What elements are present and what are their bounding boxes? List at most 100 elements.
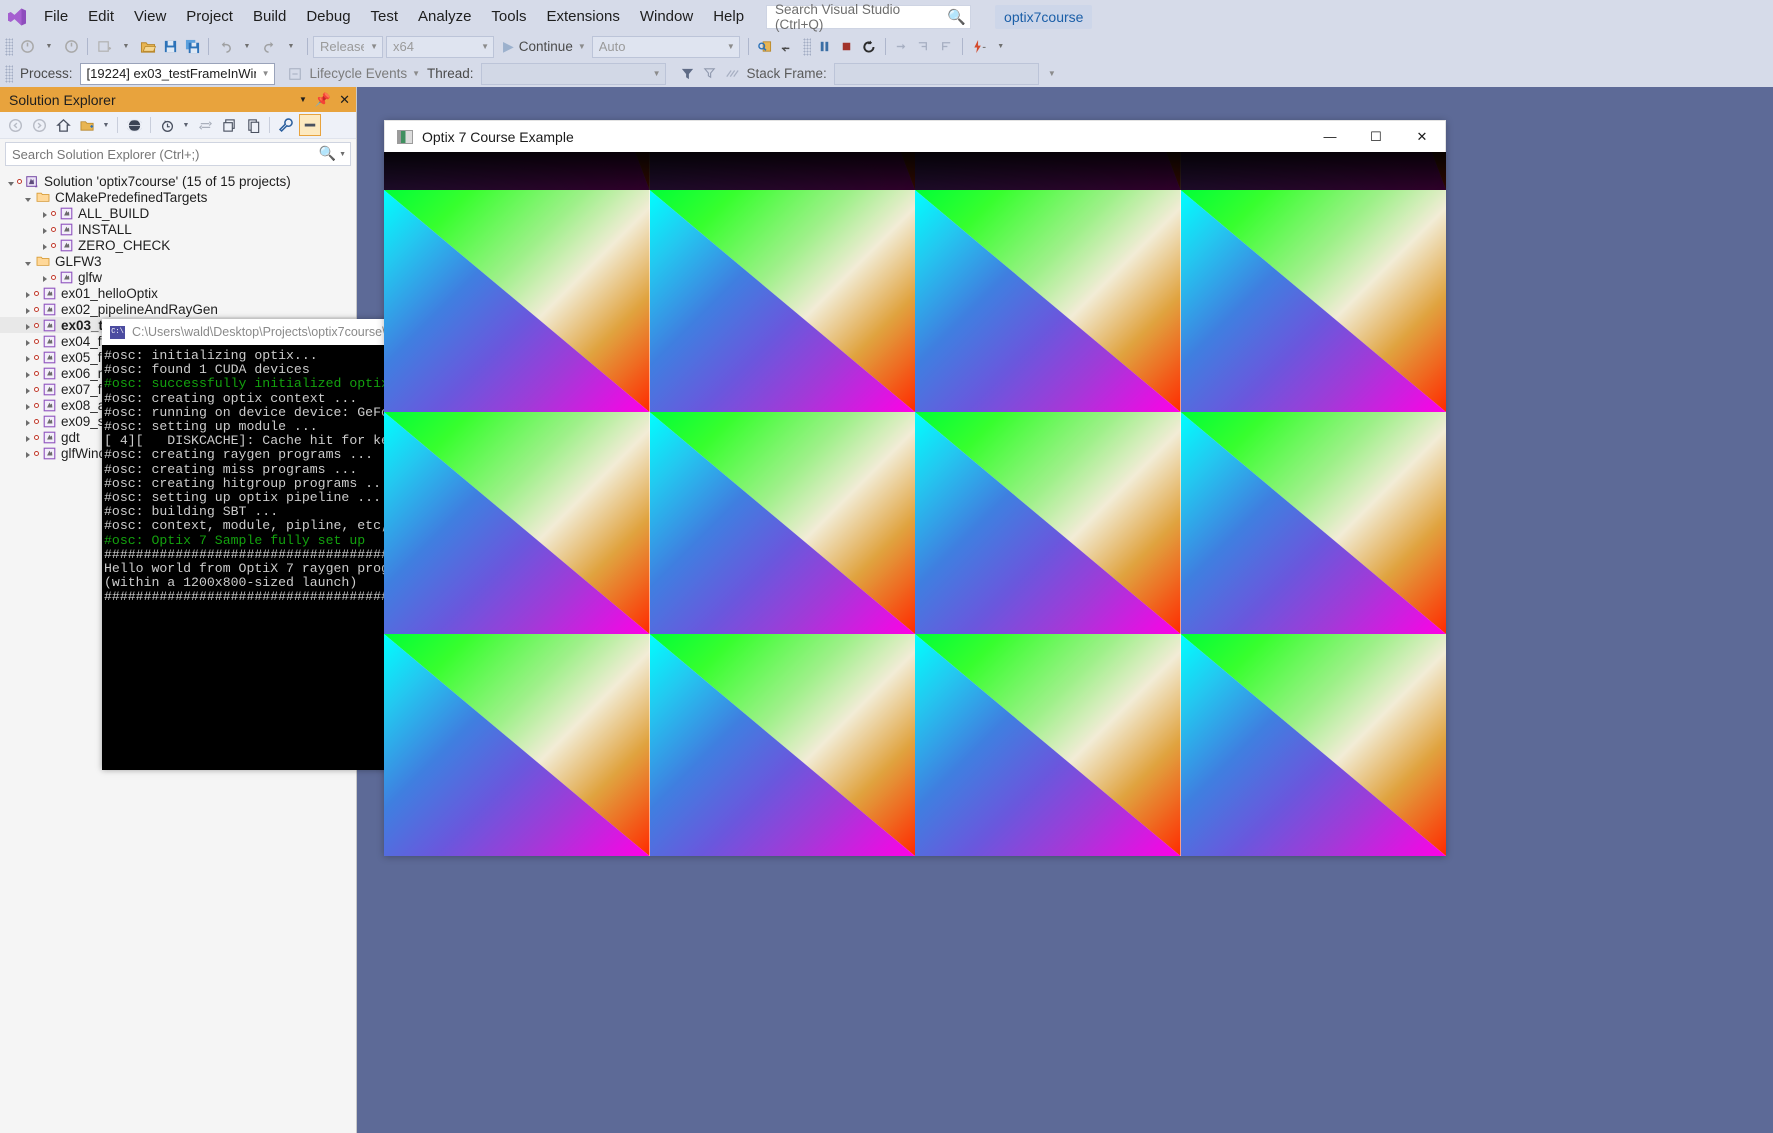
back-icon[interactable]	[4, 114, 26, 136]
pin-icon[interactable]: 📌	[315, 92, 331, 108]
show-all-files-icon[interactable]	[123, 114, 145, 136]
parallel-stacks-icon[interactable]	[721, 62, 743, 86]
console-window[interactable]: C:\ C:\Users\wald\Desktop\Projects\optix…	[102, 319, 390, 770]
lifecycle-events-label[interactable]: Lifecycle Events	[310, 66, 408, 81]
menu-item-window[interactable]: Window	[630, 4, 703, 29]
menu-item-build[interactable]: Build	[243, 4, 296, 29]
lifecycle-events-icon[interactable]	[284, 62, 306, 86]
navigate-forward-icon[interactable]	[60, 35, 82, 59]
tree-item-zero-check[interactable]: ZERO_CHECK	[0, 237, 356, 253]
expand-twisty-closed-icon[interactable]	[21, 382, 34, 397]
chevron-down-icon[interactable]: ▼	[299, 95, 307, 104]
expand-twisty-closed-icon[interactable]	[21, 414, 34, 429]
hot-reload-icon[interactable]	[968, 35, 990, 59]
solution-configuration-combo[interactable]: Release ▼	[313, 35, 383, 58]
solution-platform-combo[interactable]: x64 ▼	[386, 35, 494, 58]
tree-item-solution-optix7course-15-of-15-projects-[interactable]: Solution 'optix7course' (15 of 15 projec…	[0, 173, 356, 189]
optix-course-example-window[interactable]: Optix 7 Course Example — ☐ ✕	[384, 120, 1446, 856]
chevron-down-icon-sync[interactable]: ▼	[180, 114, 192, 136]
pause-icon[interactable]	[814, 35, 836, 59]
expand-twisty-closed-icon[interactable]	[21, 286, 34, 301]
chevron-down-icon-back[interactable]: ▼	[38, 35, 60, 59]
toolbar-grip-3[interactable]	[5, 64, 13, 83]
step-over-icon[interactable]	[891, 35, 913, 59]
optix-window-titlebar[interactable]: Optix 7 Course Example — ☐ ✕	[384, 120, 1446, 152]
expand-twisty-closed-icon[interactable]	[21, 430, 34, 445]
forward-icon[interactable]	[28, 114, 50, 136]
save-all-icon[interactable]	[181, 35, 203, 59]
tree-item-ex01-hellooptix[interactable]: ex01_helloOptix	[0, 285, 356, 301]
start-debug-play-icon[interactable]: ▶	[503, 39, 514, 55]
minimize-icon[interactable]: —	[1307, 121, 1353, 152]
expand-twisty-closed-icon[interactable]	[21, 366, 34, 381]
chevron-down-icon-search[interactable]: ▼	[339, 151, 346, 158]
sync-with-active-document-icon[interactable]	[156, 114, 178, 136]
tree-item-cmakepredefinedtargets[interactable]: CMakePredefinedTargets	[0, 189, 356, 205]
expand-twisty-closed-icon[interactable]	[21, 302, 34, 317]
toolbar-grip[interactable]	[5, 37, 13, 56]
expand-twisty-closed-icon[interactable]	[38, 206, 51, 221]
expand-twisty-open-icon[interactable]	[21, 254, 34, 269]
expand-twisty-closed-icon[interactable]	[21, 334, 34, 349]
overflow-chevron-icon[interactable]: ▼	[1048, 69, 1056, 78]
open-file-icon[interactable]	[137, 35, 159, 59]
chevron-down-icon-redo[interactable]: ▼	[280, 35, 302, 59]
step-into-icon[interactable]	[913, 35, 935, 59]
properties-icon[interactable]	[242, 114, 264, 136]
menu-item-project[interactable]: Project	[176, 4, 243, 29]
menu-item-view[interactable]: View	[124, 4, 176, 29]
stop-icon[interactable]	[836, 35, 858, 59]
find-in-files-icon[interactable]	[754, 35, 776, 59]
thread-combo[interactable]: ▼	[480, 62, 666, 85]
refresh-icon[interactable]	[194, 114, 216, 136]
filter-icon[interactable]	[677, 62, 699, 86]
chevron-down-icon-new[interactable]: ▼	[115, 35, 137, 59]
break-all-icon[interactable]	[776, 35, 798, 59]
tree-item-all-build[interactable]: ALL_BUILD	[0, 205, 356, 221]
restart-icon[interactable]	[858, 35, 880, 59]
debug-target-combo[interactable]: Auto ▼	[591, 35, 740, 58]
expand-twisty-open-icon[interactable]	[21, 190, 34, 205]
step-out-icon[interactable]	[935, 35, 957, 59]
preview-icon[interactable]	[299, 114, 321, 136]
menu-item-test[interactable]: Test	[361, 4, 409, 29]
menu-item-file[interactable]: File	[34, 4, 78, 29]
vs-search-box[interactable]: Search Visual Studio (Ctrl+Q) 🔍	[766, 2, 972, 32]
chevron-down-icon-continue[interactable]: ▼	[578, 42, 586, 51]
toolbar-grip-2[interactable]	[802, 37, 811, 56]
undo-icon[interactable]	[214, 35, 236, 59]
menu-item-edit[interactable]: Edit	[78, 4, 124, 29]
collapse-all-icon[interactable]	[218, 114, 240, 136]
continue-button-label[interactable]: Continue	[519, 39, 573, 54]
save-icon[interactable]	[159, 35, 181, 59]
expand-twisty-closed-icon[interactable]	[21, 398, 34, 413]
chevron-down-icon-undo[interactable]: ▼	[236, 35, 258, 59]
process-combo[interactable]: [19224] ex03_testFrameInWindow. ▼	[79, 62, 275, 85]
flag-threads-icon[interactable]	[699, 62, 721, 86]
chevron-down-icon-pending[interactable]: ▼	[100, 114, 112, 136]
expand-twisty-closed-icon[interactable]	[21, 350, 34, 365]
expand-twisty-closed-icon[interactable]	[38, 270, 51, 285]
close-icon[interactable]: ✕	[339, 92, 350, 108]
pending-changes-icon[interactable]	[76, 114, 98, 136]
new-project-icon[interactable]	[93, 35, 115, 59]
redo-icon[interactable]	[258, 35, 280, 59]
menu-item-help[interactable]: Help	[703, 4, 754, 29]
menu-item-analyze[interactable]: Analyze	[408, 4, 481, 29]
maximize-icon[interactable]: ☐	[1353, 121, 1399, 152]
stack-frame-combo[interactable]	[833, 62, 1039, 85]
chevron-down-icon-lifecycle[interactable]: ▼	[412, 69, 420, 78]
solution-explorer-search-input[interactable]: Search Solution Explorer (Ctrl+;) 🔍 ▼	[5, 142, 351, 166]
close-icon[interactable]: ✕	[1399, 121, 1445, 152]
wrench-icon[interactable]	[275, 114, 297, 136]
tree-item-install[interactable]: INSTALL	[0, 221, 356, 237]
menu-item-extensions[interactable]: Extensions	[536, 4, 629, 29]
menu-item-tools[interactable]: Tools	[481, 4, 536, 29]
menu-item-debug[interactable]: Debug	[296, 4, 360, 29]
expand-twisty-open-icon[interactable]	[4, 174, 17, 189]
tree-item-glfw[interactable]: glfw	[0, 269, 356, 285]
optix-render-canvas[interactable]	[384, 152, 1446, 856]
expand-twisty-closed-icon[interactable]	[38, 238, 51, 253]
chevron-down-icon-hotreload[interactable]: ▼	[990, 35, 1012, 59]
home-icon[interactable]	[52, 114, 74, 136]
